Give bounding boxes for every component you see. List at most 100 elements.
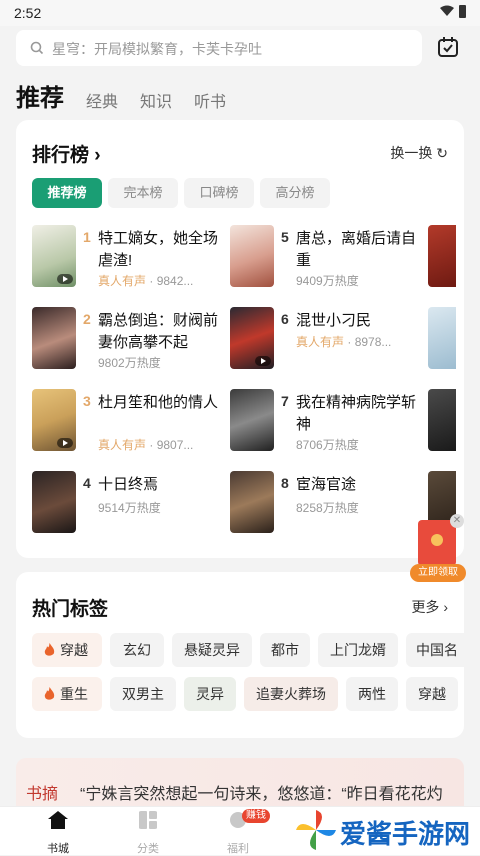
book-item[interactable]: 5 唐总，离婚后请自重 9409万热度 <box>230 225 430 289</box>
book-title: 杜月笙和他的情人 <box>98 394 219 411</box>
nav-label: 书城 <box>47 843 69 855</box>
more-tags-button[interactable]: 更多 › <box>411 597 448 617</box>
book-title: 宦海官途 <box>296 476 357 493</box>
book-meta: 真人有声 · 9842... <box>98 274 194 288</box>
grid-icon <box>139 811 157 829</box>
nav-welfare[interactable]: 赚钱 福利 <box>208 809 270 856</box>
chevron-right-icon: › <box>443 599 448 615</box>
tag-chip[interactable]: 上门龙婿 <box>318 633 398 667</box>
tag-chip[interactable]: 悬疑灵异 <box>172 633 252 667</box>
book-cover-peek[interactable] <box>428 307 456 369</box>
book-title: 特工嫡女，她全场虐渣! <box>98 230 219 269</box>
search-placeholder: 星穹：开局模拟繁育，卡芙卡孕吐 <box>52 41 262 57</box>
audio-play-icon <box>255 356 271 366</box>
tab-recommend[interactable]: 推荐 <box>16 78 64 113</box>
book-item[interactable]: 8 宦海官途 8258万热度 <box>230 471 430 535</box>
tab-audiobook[interactable]: 听书 <box>194 88 226 112</box>
book-title: 霸总倒追：财阀前妻你高攀不起 <box>98 312 219 351</box>
tag-chip[interactable]: 穿越 <box>32 633 102 667</box>
book-item[interactable]: 7 我在精神病院学斩神 8706万热度 <box>230 389 430 453</box>
book-cover-peek[interactable] <box>428 225 456 287</box>
filter-reputation[interactable]: 口碑榜 <box>184 178 254 208</box>
book-cover <box>32 307 76 369</box>
refresh-icon: ↻ <box>436 145 448 161</box>
filter-high-score[interactable]: 高分榜 <box>260 178 330 208</box>
book-meta: 9802万热度 <box>98 356 161 370</box>
rank-number: 7 <box>281 393 289 409</box>
rank-number: 2 <box>83 311 91 327</box>
red-envelope-icon <box>418 520 456 566</box>
book-cover <box>230 471 274 533</box>
pinwheel-logo-icon <box>296 810 336 850</box>
refresh-button[interactable]: 换一换 ↻ <box>390 143 448 163</box>
nav-label: 分类 <box>137 843 159 855</box>
filter-completed[interactable]: 完本榜 <box>108 178 178 208</box>
tag-chip[interactable]: 灵异 <box>184 677 236 711</box>
book-meta: 9514万热度 <box>98 501 161 515</box>
rank-number: 6 <box>281 311 289 327</box>
fire-icon <box>44 643 55 656</box>
tag-chip[interactable]: 重生 <box>32 677 102 711</box>
book-meta: 真人有声 · 8978... <box>296 335 392 349</box>
excerpt-text: “宁姝言突然想起一句诗来，悠悠道：“昨日看花花灼 <box>80 786 443 803</box>
home-icon <box>48 811 68 829</box>
nav-bookstore[interactable]: 书城 <box>28 811 88 856</box>
ranking-card: 排行榜 › 换一换 ↻ 推荐榜 完本榜 口碑榜 高分榜 1 特工嫡女，她全场虐渣… <box>16 120 464 558</box>
rank-number: 8 <box>281 475 289 491</box>
excerpt-label: 书摘 <box>26 786 59 803</box>
tab-knowledge[interactable]: 知识 <box>140 88 172 112</box>
book-cover <box>32 389 76 451</box>
ranking-title[interactable]: 排行榜 › <box>32 140 101 167</box>
tab-classic[interactable]: 经典 <box>86 88 118 112</box>
book-cover-peek[interactable] <box>428 389 456 451</box>
book-item[interactable]: 1 特工嫡女，她全场虐渣! 真人有声 · 9842... <box>32 225 232 289</box>
hot-tags-title: 热门标签 <box>32 599 109 620</box>
nav-label: 福利 <box>227 843 249 855</box>
book-item[interactable]: 6 混世小刁民 真人有声 · 8978... <box>230 307 430 371</box>
status-bar: 2:52 <box>0 0 480 26</box>
rank-number: 1 <box>83 229 91 245</box>
book-item[interactable]: 3 杜月笙和他的情人 真人有声 · 9807... <box>32 389 232 453</box>
fire-icon <box>44 687 55 700</box>
rank-number: 4 <box>83 475 91 491</box>
book-item[interactable]: 4 十日终焉 9514万热度 <box>32 471 232 535</box>
site-watermark: 爱酱手游网 <box>292 806 480 855</box>
book-meta: 8258万热度 <box>296 501 359 515</box>
tag-chip[interactable]: 都市 <box>260 633 310 667</box>
book-title: 十日终焉 <box>98 476 159 493</box>
book-meta: 真人有声 · 9807... <box>98 438 194 452</box>
book-cover <box>32 225 76 287</box>
chevron-right-icon: › <box>94 145 101 166</box>
close-icon[interactable]: ✕ <box>450 514 464 528</box>
book-title: 我在精神病院学斩神 <box>296 394 417 433</box>
book-title: 唐总，离婚后请自重 <box>296 230 417 269</box>
tag-chip[interactable]: 两性 <box>346 677 398 711</box>
book-cover <box>230 307 274 369</box>
tag-chip[interactable]: 穿越 <box>406 677 458 711</box>
book-item[interactable]: 2 霸总倒追：财阀前妻你高攀不起 9802万热度 <box>32 307 232 371</box>
nav-category[interactable]: 分类 <box>118 811 178 856</box>
rank-number: 3 <box>83 393 91 409</box>
earn-badge: 赚钱 <box>242 809 270 823</box>
book-meta: 8706万热度 <box>296 438 359 452</box>
status-time: 2:52 <box>14 5 42 21</box>
wifi-icon <box>440 5 454 16</box>
search-bar[interactable]: 星穹：开局模拟繁育，卡芙卡孕吐 <box>16 30 422 66</box>
tag-chip[interactable]: 双男主 <box>110 677 176 711</box>
book-title: 混世小刁民 <box>296 312 372 329</box>
search-icon <box>30 41 44 55</box>
filter-recommend[interactable]: 推荐榜 <box>32 178 102 208</box>
watermark-text: 爱酱手游网 <box>340 819 471 849</box>
audio-play-icon <box>57 438 73 448</box>
book-cover <box>32 471 76 533</box>
audio-play-icon <box>57 274 73 284</box>
book-cover <box>230 225 274 287</box>
book-meta: 9409万热度 <box>296 274 359 288</box>
tag-chip[interactable]: 中国名 <box>406 633 464 667</box>
tag-chip[interactable]: 追妻火葬场 <box>244 677 338 711</box>
calendar-check-icon[interactable] <box>436 35 460 59</box>
tag-chip[interactable]: 玄幻 <box>110 633 164 667</box>
claim-button[interactable]: 立即领取 <box>410 564 466 582</box>
red-packet-float[interactable]: ✕ 立即领取 <box>410 514 466 584</box>
hot-tags-card: 热门标签 更多 › 穿越 玄幻 悬疑灵异 都市 上门龙婿 中国名 重生 双男主 … <box>16 572 464 738</box>
